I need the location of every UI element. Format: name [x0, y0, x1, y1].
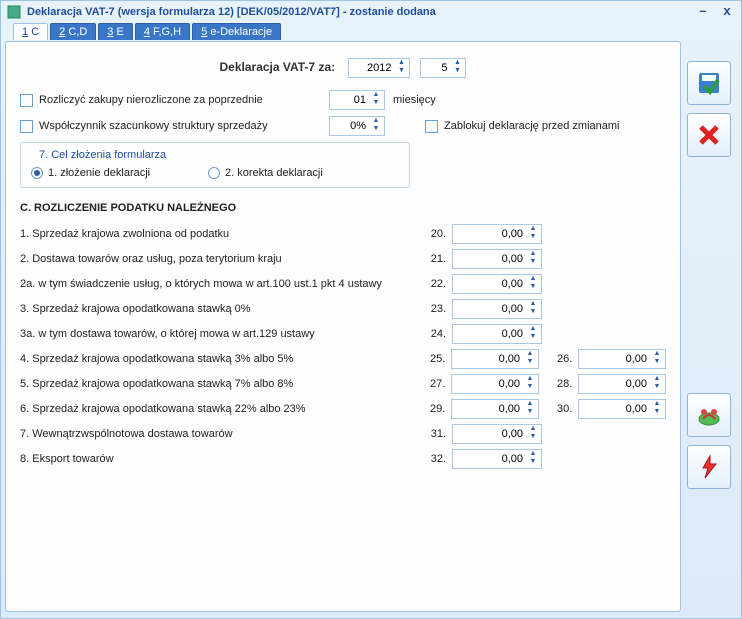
- line-label: 1. Sprzedaż krajowa zwolniona od podatku: [20, 228, 420, 240]
- field-number: 31.: [420, 428, 446, 440]
- line-1: 2. Dostawa towarów oraz usług, poza tery…: [20, 249, 666, 269]
- line-7: 6. Sprzedaż krajowa opodatkowana stawką …: [20, 399, 666, 419]
- field-number-2: 28.: [547, 378, 572, 390]
- value-spinner[interactable]: ▲▼: [451, 399, 539, 419]
- value-spinner[interactable]: ▲▼: [451, 349, 539, 369]
- cel-radio-korekta[interactable]: [208, 167, 220, 179]
- rozlicz-label: Rozliczyć zakupy nierozliczone za poprze…: [39, 94, 329, 106]
- value-spinner-2[interactable]: ▲▼: [578, 399, 666, 419]
- tab-1c[interactable]: 1 C: [13, 23, 48, 40]
- minimize-button[interactable]: –: [695, 4, 711, 20]
- field-number: 22.: [420, 278, 446, 290]
- year-down[interactable]: ▼: [394, 68, 408, 76]
- field-number-2: 30.: [547, 403, 572, 415]
- cel-fieldset: 7. Cel złożenia formularza 1. złożenie d…: [20, 142, 410, 188]
- toolbar-spacer: [687, 165, 731, 385]
- year-spinner[interactable]: ▲▼: [348, 58, 410, 78]
- field-number: 29.: [420, 403, 445, 415]
- line-label: 2a. w tym świadczenie usług, o których m…: [20, 278, 420, 290]
- line-label: 8. Eksport towarów: [20, 453, 420, 465]
- cel-title: 7. Cel złożenia formularza: [35, 149, 170, 161]
- line-label: 5. Sprzedaż krajowa opodatkowana stawką …: [20, 378, 420, 390]
- line-4: 3a. w tym dostawa towarów, o której mowa…: [20, 324, 666, 344]
- row-rozlicz: Rozliczyć zakupy nierozliczone za poprze…: [20, 90, 666, 110]
- field-number: 24.: [420, 328, 446, 340]
- value-spinner[interactable]: ▲▼: [452, 424, 542, 444]
- field-number: 27.: [420, 378, 445, 390]
- lock-label: Zablokuj deklarację przed zmianami: [444, 120, 619, 132]
- line-0: 1. Sprzedaż krajowa zwolniona od podatku…: [20, 224, 666, 244]
- tab-4fgh[interactable]: 4 F,G,H: [135, 23, 190, 40]
- cel-radio-zlozenie[interactable]: [31, 167, 43, 179]
- row-wsp: Współczynnik szacunkowy struktury sprzed…: [20, 116, 666, 136]
- value-spinner-2[interactable]: ▲▼: [578, 374, 666, 394]
- line-label: 2. Dostawa towarów oraz usług, poza tery…: [20, 253, 420, 265]
- window-title: Deklaracja VAT-7 (wersja formularza 12) …: [27, 6, 695, 18]
- value-spinner[interactable]: ▲▼: [451, 374, 539, 394]
- section-c-title: C. ROZLICZENIE PODATKU NALEŻNEGO: [20, 202, 666, 214]
- cel-r2-label: 2. korekta deklaracji: [225, 167, 323, 179]
- close-button[interactable]: x: [719, 4, 735, 20]
- basket-button[interactable]: [687, 393, 731, 437]
- tab-strip: 1 C 2 C,D 3 E 4 F,G,H 5 e-Deklaracje: [13, 23, 681, 40]
- field-number: 25.: [420, 353, 445, 365]
- header-label: Deklaracja VAT-7 za:: [220, 60, 336, 74]
- titlebar: Deklaracja VAT-7 (wersja formularza 12) …: [1, 1, 741, 23]
- field-number: 21.: [420, 253, 446, 265]
- tab-5edek[interactable]: 5 e-Deklaracje: [192, 23, 281, 40]
- tab-3e[interactable]: 3 E: [98, 23, 133, 40]
- line-label: 3a. w tym dostawa towarów, o której mowa…: [20, 328, 420, 340]
- save-button[interactable]: [687, 61, 731, 105]
- line-label: 4. Sprzedaż krajowa opodatkowana stawką …: [20, 353, 420, 365]
- line-8: 7. Wewnątrzwspólnotowa dostawa towarów31…: [20, 424, 666, 444]
- line-label: 7. Wewnątrzwspólnotowa dostawa towarów: [20, 428, 420, 440]
- line-6: 5. Sprzedaż krajowa opodatkowana stawką …: [20, 374, 666, 394]
- tab-2cd[interactable]: 2 C,D: [50, 23, 96, 40]
- month-down[interactable]: ▼: [450, 68, 464, 76]
- wsp-label: Współczynnik szacunkowy struktury sprzed…: [39, 120, 329, 132]
- window-controls: – x: [695, 4, 735, 20]
- section-c-lines: 1. Sprzedaż krajowa zwolniona od podatku…: [20, 224, 666, 469]
- rozlicz-suffix: miesięcy: [393, 94, 436, 106]
- declaration-header: Deklaracja VAT-7 za: ▲▼ ▲▼: [20, 52, 666, 90]
- tab-panel-1c: Deklaracja VAT-7 za: ▲▼ ▲▼ Rozliczyć zak…: [5, 41, 681, 612]
- rozlicz-months-spinner[interactable]: ▲▼: [329, 90, 385, 110]
- value-spinner[interactable]: ▲▼: [452, 249, 542, 269]
- month-spinner[interactable]: ▲▼: [420, 58, 466, 78]
- lock-checkbox[interactable]: [425, 120, 438, 133]
- cancel-button[interactable]: [687, 113, 731, 157]
- app-icon: [7, 5, 21, 19]
- value-spinner[interactable]: ▲▼: [452, 274, 542, 294]
- field-number: 32.: [420, 453, 446, 465]
- window: Deklaracja VAT-7 (wersja formularza 12) …: [0, 0, 742, 619]
- wsp-spinner[interactable]: ▲▼: [329, 116, 385, 136]
- flash-button[interactable]: [687, 445, 731, 489]
- line-9: 8. Eksport towarów32. ▲▼: [20, 449, 666, 469]
- value-spinner[interactable]: ▲▼: [452, 299, 542, 319]
- field-number-2: 26.: [547, 353, 572, 365]
- field-number: 23.: [420, 303, 446, 315]
- wsp-checkbox[interactable]: [20, 120, 33, 133]
- line-label: 6. Sprzedaż krajowa opodatkowana stawką …: [20, 403, 420, 415]
- content-area: 1 C 2 C,D 3 E 4 F,G,H 5 e-Deklaracje Dek…: [5, 23, 681, 612]
- value-spinner[interactable]: ▲▼: [452, 224, 542, 244]
- right-toolbar: [687, 61, 733, 489]
- line-3: 3. Sprzedaż krajowa opodatkowana stawką …: [20, 299, 666, 319]
- cel-r1-label: 1. złożenie deklaracji: [48, 167, 208, 179]
- line-5: 4. Sprzedaż krajowa opodatkowana stawką …: [20, 349, 666, 369]
- value-spinner[interactable]: ▲▼: [452, 324, 542, 344]
- value-spinner[interactable]: ▲▼: [452, 449, 542, 469]
- value-spinner-2[interactable]: ▲▼: [578, 349, 666, 369]
- line-2: 2a. w tym świadczenie usług, o których m…: [20, 274, 666, 294]
- field-number: 20.: [420, 228, 446, 240]
- line-label: 3. Sprzedaż krajowa opodatkowana stawką …: [20, 303, 420, 315]
- rozlicz-checkbox[interactable]: [20, 94, 33, 107]
